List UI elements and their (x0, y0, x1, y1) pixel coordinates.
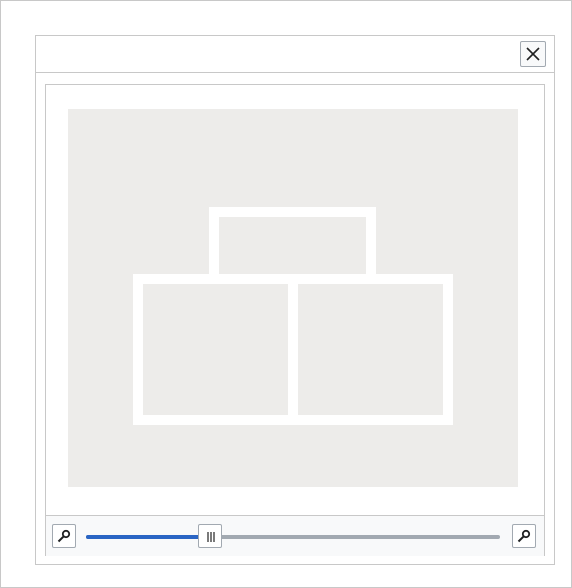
image-preview (68, 109, 518, 487)
page-frame (0, 0, 572, 588)
media-placeholder-icon (133, 207, 453, 425)
grip-icon (207, 532, 215, 542)
zoom-in-button[interactable] (512, 524, 536, 548)
zoom-out-button[interactable] (52, 524, 76, 548)
zoom-toolbar (46, 515, 544, 556)
dialog-header (36, 36, 554, 73)
close-button[interactable] (520, 41, 546, 67)
zoom-in-icon (517, 529, 531, 543)
dialog-body (45, 84, 545, 556)
zoom-out-icon (57, 529, 71, 543)
zoom-slider-fill (86, 535, 210, 539)
zoom-slider[interactable] (86, 524, 500, 548)
zoom-slider-handle[interactable] (198, 524, 222, 548)
image-dialog (35, 35, 555, 565)
close-icon (526, 47, 540, 61)
